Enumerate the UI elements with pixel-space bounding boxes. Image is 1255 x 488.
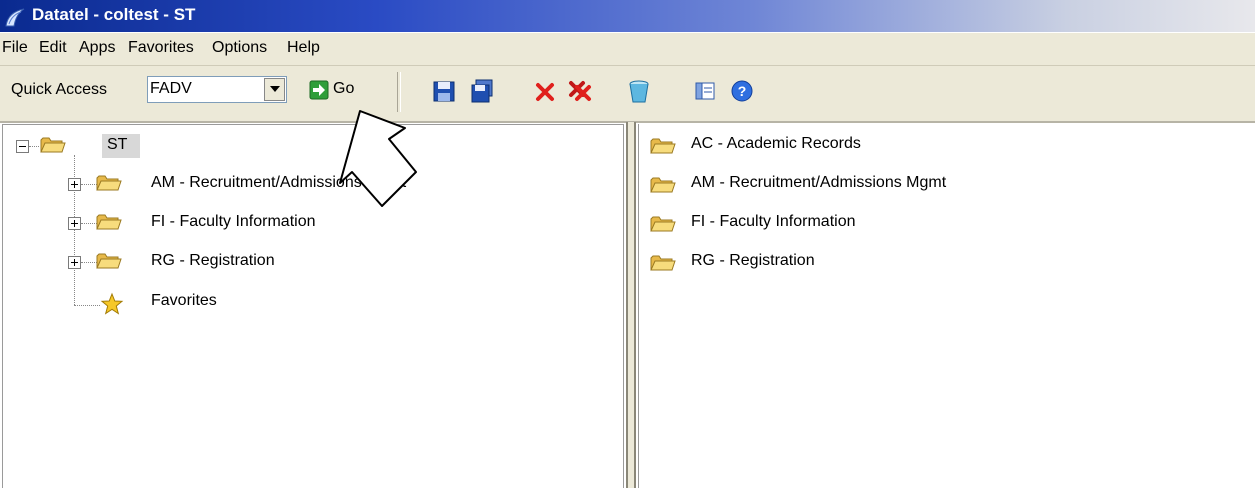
list-item[interactable]: AM - Recruitment/Admissions Mgmt bbox=[691, 174, 946, 192]
go-button[interactable]: Go bbox=[309, 77, 369, 103]
folder-icon bbox=[96, 214, 122, 230]
cancel-all-icon[interactable] bbox=[566, 77, 594, 105]
expand-icon[interactable] bbox=[68, 178, 81, 191]
folder-icon bbox=[650, 255, 676, 271]
folder-icon bbox=[650, 138, 676, 154]
go-arrow-icon bbox=[309, 80, 329, 100]
list-item[interactable]: RG - Registration bbox=[691, 252, 815, 270]
go-label: Go bbox=[333, 80, 355, 97]
folder-icon bbox=[96, 175, 122, 191]
expand-icon[interactable] bbox=[68, 217, 81, 230]
tree-item-am[interactable]: AM - Recruitment/Admissions Mgmt bbox=[151, 174, 406, 192]
star-icon bbox=[100, 292, 124, 315]
tree-item-rg[interactable]: RG - Registration bbox=[151, 252, 275, 270]
help-icon[interactable]: ? bbox=[728, 77, 756, 105]
menu-bar: File Edit Apps Favorites Options Help bbox=[0, 33, 1255, 66]
quick-access-input[interactable] bbox=[150, 79, 258, 99]
list-item[interactable]: AC - Academic Records bbox=[691, 135, 861, 153]
list-item[interactable]: FI - Faculty Information bbox=[691, 213, 856, 231]
menu-edit[interactable]: Edit bbox=[39, 39, 67, 57]
cancel-icon[interactable] bbox=[531, 77, 559, 105]
view-icon[interactable] bbox=[691, 77, 719, 105]
toolbar-separator bbox=[397, 72, 401, 112]
menu-favorites[interactable]: Favorites bbox=[128, 39, 194, 57]
expand-icon[interactable] bbox=[68, 256, 81, 269]
tree-item-favorites[interactable]: Favorites bbox=[151, 292, 217, 310]
folder-icon bbox=[96, 253, 122, 269]
tree-connector bbox=[81, 262, 97, 263]
tree-connector bbox=[81, 223, 97, 224]
navigation-tree-pane[interactable]: ST AM - Recruitment/Admissions Mgmt FI -… bbox=[2, 124, 624, 488]
menu-help[interactable]: Help bbox=[287, 39, 320, 57]
save-icon[interactable] bbox=[430, 77, 458, 105]
menu-options[interactable]: Options bbox=[212, 39, 267, 57]
quick-access-dropdown-button[interactable] bbox=[264, 78, 285, 101]
tree-connector bbox=[81, 184, 97, 185]
folder-icon bbox=[650, 177, 676, 193]
chevron-down-icon bbox=[270, 86, 280, 92]
menu-file[interactable]: File bbox=[2, 39, 28, 57]
quick-access-combo[interactable] bbox=[147, 76, 287, 103]
clear-icon[interactable] bbox=[625, 77, 653, 105]
collapse-icon[interactable] bbox=[16, 140, 29, 153]
datatel-app-icon bbox=[5, 8, 25, 27]
tree-connector bbox=[74, 305, 100, 306]
save-all-icon[interactable] bbox=[468, 77, 496, 105]
window-title: Datatel - coltest - ST bbox=[32, 5, 196, 24]
quick-access-label: Quick Access bbox=[11, 81, 108, 98]
svg-text:?: ? bbox=[738, 83, 747, 99]
menu-apps[interactable]: Apps bbox=[79, 39, 115, 57]
folder-icon bbox=[650, 216, 676, 232]
pane-splitter[interactable] bbox=[626, 122, 636, 488]
open-folder-icon bbox=[40, 137, 66, 153]
tree-root-label[interactable]: ST bbox=[107, 136, 127, 154]
content-list-pane[interactable]: AC - Academic Records AM - Recruitment/A… bbox=[638, 124, 1255, 488]
tree-item-fi[interactable]: FI - Faculty Information bbox=[151, 213, 316, 231]
tree-connector bbox=[29, 146, 39, 147]
title-bar: Datatel - coltest - ST bbox=[0, 0, 1255, 32]
toolbar: Quick Access Go bbox=[0, 66, 1255, 123]
